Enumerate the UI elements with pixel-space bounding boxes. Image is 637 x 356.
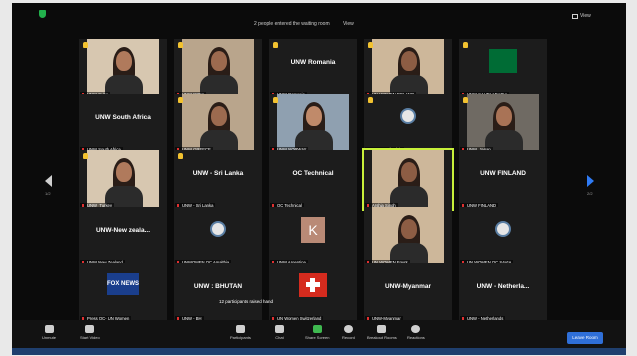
participants-button[interactable]: Participants	[230, 325, 251, 340]
participant-video	[372, 39, 444, 98]
raised-hand-icon	[463, 42, 468, 48]
record-button[interactable]: Record	[342, 325, 355, 340]
raised-hand-icon	[178, 97, 183, 103]
participant-tile[interactable]: UNW_Turkey	[79, 150, 167, 209]
participant-name: OC Technical	[292, 170, 334, 177]
participant-name: UNW South Africa	[95, 114, 151, 121]
participant-tile[interactable]: UNW - Sri Lanka UNW - Sri Lanka	[174, 150, 262, 209]
raised-hand-icon	[83, 153, 88, 159]
participant-tile[interactable]: UNW INDIA	[174, 39, 262, 98]
participant-tile[interactable]: UNW SAUDI ARABIA	[459, 39, 547, 98]
view-menu-label: View	[580, 13, 591, 19]
participant-name: UNW Romania	[290, 59, 336, 66]
participant-video	[372, 150, 444, 209]
participant-tile[interactable]: FOX NEWS Press OC- UN Women	[79, 263, 167, 322]
raised-hand-icon	[178, 153, 183, 159]
participant-tile[interactable]: UNW-Myanmar UNW-Myanmar	[364, 263, 452, 322]
grid-icon	[572, 13, 578, 19]
participant-tile[interactable]: UNW NORWAY	[269, 94, 357, 153]
meeting-controls: Unmute Start Video Participants Chat Sha…	[12, 320, 626, 348]
next-page-arrow[interactable]	[587, 175, 594, 187]
participant-video	[87, 39, 159, 98]
previous-page-arrow[interactable]	[45, 175, 52, 187]
share-screen-button[interactable]: Share Screen	[305, 325, 329, 340]
avatar: K	[301, 217, 325, 243]
zoom-window: 2 people entered the waiting room View V…	[12, 3, 626, 355]
swiss-flag-icon	[299, 273, 327, 297]
waiting-room-notice[interactable]: 2 people entered the waiting room	[254, 21, 330, 27]
view-waiting-button[interactable]: View	[343, 21, 354, 27]
participant-tile[interactable]: UN WOMEN Egypt	[364, 207, 452, 266]
raised-hand-icon	[463, 97, 468, 103]
participant-name: UNW - Sri Lanka	[192, 170, 244, 177]
participant-tile[interactable]: Arshia Singh	[362, 148, 454, 211]
participant-tile[interactable]: UNWOMEN OC Amalthia	[174, 207, 262, 266]
participant-tile[interactable]: UN WOMEN OC SAVIA	[459, 207, 547, 266]
view-menu[interactable]: View	[572, 13, 591, 19]
participant-tile[interactable]: UN Women Switzerland	[269, 263, 357, 322]
raised-hand-icon	[368, 42, 373, 48]
participant-tile[interactable]: UNW-New zeala...UNW New Zealand	[79, 207, 167, 266]
participant-video	[372, 207, 444, 266]
participant-tile[interactable]: UNW FINLAND UNW FINLAND	[459, 150, 547, 209]
raised-hand-icon	[273, 42, 278, 48]
reactions-button[interactable]: Reactions	[407, 325, 425, 340]
participant-tile[interactable]: UNW GREECE	[174, 94, 262, 153]
participant-tile[interactable]: UNW_Japan	[459, 94, 547, 153]
raised-hand-icon	[273, 97, 278, 103]
participant-tile[interactable]: UNW RomaniaUNW Romania	[269, 39, 357, 98]
video-camera-off-icon	[85, 325, 95, 333]
participant-video	[277, 94, 349, 153]
participant-name: UNW : BHUTAN	[193, 283, 243, 290]
shield-icon[interactable]	[39, 10, 46, 18]
participant-video	[87, 150, 159, 209]
start-video-button[interactable]: Start Video	[80, 325, 100, 340]
participant-tile[interactable]: KUNW Argentina	[269, 207, 357, 266]
share-screen-icon	[312, 325, 322, 333]
participant-tile[interactable]: UNW South AfricaUNW South Africa	[79, 94, 167, 153]
reactions-icon	[411, 325, 421, 333]
participant-tile[interactable]: UNW Cuba	[79, 39, 167, 98]
participant-tile[interactable]: UNW - Netherla... UNW - Netherlands	[459, 263, 547, 322]
raised-hand-icon	[178, 42, 183, 48]
page-indicator-left: 1/2	[45, 191, 51, 196]
participant-video	[182, 39, 254, 98]
participant-tile[interactable]: UN WOMEN POLAND	[364, 39, 452, 98]
breakout-rooms-icon	[377, 325, 387, 333]
unmute-button[interactable]: Unmute	[42, 325, 56, 340]
participant-name: UNW - Netherla...	[476, 283, 530, 290]
participant-name: UNW-Myanmar	[384, 283, 432, 290]
participants-icon	[235, 325, 245, 333]
organization-emblem-icon	[400, 108, 416, 124]
raised-hand-notice: 12 participants raised hand	[219, 299, 274, 304]
chat-icon	[275, 325, 284, 333]
participant-video	[467, 94, 539, 153]
microphone-muted-icon	[44, 325, 54, 333]
page-indicator-right: 2/2	[587, 191, 593, 196]
raised-hand-icon	[83, 42, 88, 48]
saudi-flag-icon	[489, 49, 517, 73]
participant-video	[182, 94, 254, 153]
participant-tile[interactable]: UNW : BHUTAN UNW - BH	[174, 263, 262, 322]
breakout-rooms-button[interactable]: Breakout Rooms	[367, 325, 397, 340]
fox-news-logo: FOX NEWS	[107, 273, 139, 295]
organization-emblem-icon	[495, 221, 511, 237]
record-icon	[343, 325, 353, 333]
participant-name: UNW FINLAND	[480, 170, 526, 177]
chat-button[interactable]: Chat	[275, 325, 284, 340]
participant-name: UNW-New zeala...	[95, 227, 151, 234]
raised-hand-icon	[368, 97, 373, 103]
participant-tile[interactable]: UNW_Colombia	[364, 94, 452, 153]
windows-taskbar	[12, 348, 626, 355]
participant-tile[interactable]: OC Technical OC Technical	[269, 150, 357, 209]
leave-room-button[interactable]: Leave Room	[567, 332, 603, 344]
organization-emblem-icon	[210, 221, 226, 237]
